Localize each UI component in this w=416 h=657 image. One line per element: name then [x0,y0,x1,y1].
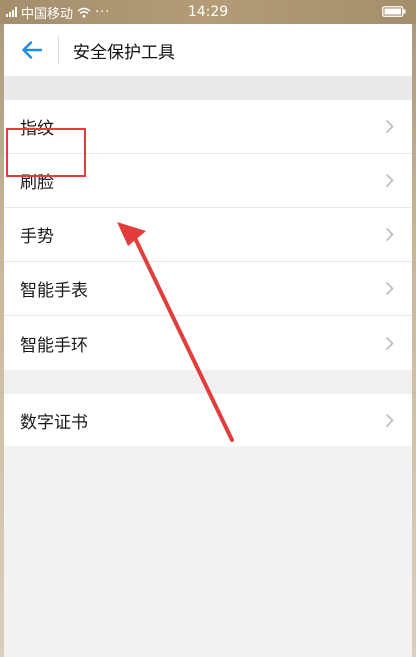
certificate-list: 数字证书 [4,394,412,446]
security-method-list: 指纹 刷脸 手势 智能手表 智能手环 [4,100,412,370]
back-arrow-icon [21,41,42,59]
app-header: 安全保护工具 [4,24,412,76]
page-title: 安全保护工具 [73,42,175,63]
item-label: 智能手环 [20,335,88,356]
section-divider [4,370,412,394]
back-button[interactable] [4,24,59,76]
wifi-icon [77,7,91,18]
more-indicator: ··· [95,4,111,20]
chevron-right-icon [385,413,394,427]
item-label: 智能手表 [20,281,88,301]
chevron-right-icon [385,119,394,134]
item-label: 数字证书 [20,412,88,433]
list-item-digital-certificate[interactable]: 数字证书 [4,394,412,446]
list-item-gesture[interactable]: 手势 [4,208,412,262]
chevron-right-icon [385,281,394,296]
section-divider [4,76,412,100]
item-label: 指纹 [20,119,54,139]
list-item-face[interactable]: 刷脸 [4,154,412,208]
status-bar: 中国移动 ··· 14:29 [0,0,416,24]
list-item-smartband[interactable]: 智能手环 [4,316,412,370]
battery-icon [382,6,406,17]
security-tools-screen: 安全保护工具 指纹 刷脸 手势 智能手表 智能手环 数字证书 [4,24,412,657]
list-item-fingerprint[interactable]: 指纹 [4,100,412,154]
chevron-right-icon [385,336,394,350]
chevron-right-icon [385,227,394,242]
signal-icon [6,7,17,17]
item-label: 刷脸 [20,173,54,193]
chevron-right-icon [385,173,394,188]
item-label: 手势 [20,227,54,247]
status-time: 14:29 [187,4,229,20]
carrier-label: 中国移动 [21,6,74,22]
list-item-smartwatch[interactable]: 智能手表 [4,262,412,316]
